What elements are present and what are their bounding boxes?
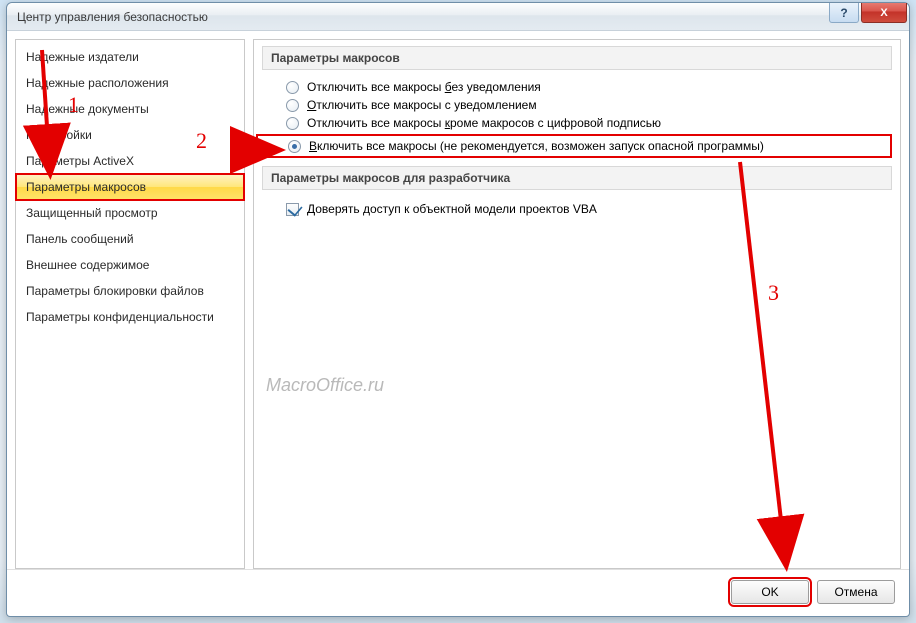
titlebar-buttons: ? X bbox=[827, 3, 907, 23]
radio-icon bbox=[286, 99, 299, 112]
dialog-footer: OK Отмена bbox=[7, 569, 909, 616]
watermark: MacroOffice.ru bbox=[266, 375, 384, 396]
sidebar-item-trusted-locations[interactable]: Надежные расположения bbox=[16, 70, 244, 96]
sidebar-item-protected-view[interactable]: Защищенный просмотр bbox=[16, 200, 244, 226]
sidebar-item-external-content[interactable]: Внешнее содержимое bbox=[16, 252, 244, 278]
radio-disable-with-notify[interactable]: Отключить все макросы с уведомлением bbox=[286, 96, 892, 114]
radio-icon bbox=[286, 81, 299, 94]
radio-icon bbox=[288, 140, 301, 153]
sidebar-item-activex[interactable]: Параметры ActiveX bbox=[16, 148, 244, 174]
cancel-button[interactable]: Отмена bbox=[817, 580, 895, 604]
radio-label: Отключить все макросы кроме макросов с ц… bbox=[307, 116, 661, 130]
sidebar-item-trusted-publishers[interactable]: Надежные издатели bbox=[16, 44, 244, 70]
sidebar-item-privacy[interactable]: Параметры конфиденциальности bbox=[16, 304, 244, 330]
sidebar-item-trusted-documents[interactable]: Надежные документы bbox=[16, 96, 244, 122]
sidebar-item-macro-settings[interactable]: Параметры макросов bbox=[16, 174, 244, 200]
sidebar: Надежные издатели Надежные расположения … bbox=[15, 39, 245, 569]
radio-icon bbox=[286, 117, 299, 130]
help-button[interactable]: ? bbox=[829, 3, 859, 23]
radio-label: Отключить все макросы с уведомлением bbox=[307, 98, 537, 112]
ok-button[interactable]: OK bbox=[731, 580, 809, 604]
radio-enable-all[interactable]: Включить все макросы (не рекомендуется, … bbox=[256, 134, 892, 158]
trust-center-window: Центр управления безопасностью ? X Надеж… bbox=[6, 2, 910, 617]
content-area: Надежные издатели Надежные расположения … bbox=[7, 31, 909, 569]
radio-disable-no-notify[interactable]: Отключить все макросы без уведомления bbox=[286, 78, 892, 96]
radio-disable-except-signed[interactable]: Отключить все макросы кроме макросов с ц… bbox=[286, 114, 892, 132]
macro-settings-radios: Отключить все макросы без уведомления От… bbox=[262, 78, 892, 166]
checkbox-icon bbox=[286, 203, 299, 216]
checkbox-label: Доверять доступ к объектной модели проек… bbox=[307, 202, 597, 216]
radio-label: Включить все макросы (не рекомендуется, … bbox=[309, 139, 764, 153]
trust-vba-checkbox[interactable]: Доверять доступ к объектной модели проек… bbox=[262, 198, 892, 216]
group-developer-header: Параметры макросов для разработчика bbox=[262, 166, 892, 190]
main-panel: Параметры макросов Отключить все макросы… bbox=[253, 39, 901, 569]
sidebar-item-addins[interactable]: Надстройки bbox=[16, 122, 244, 148]
group-macro-settings-header: Параметры макросов bbox=[262, 46, 892, 70]
window-title: Центр управления безопасностью bbox=[17, 10, 208, 24]
titlebar[interactable]: Центр управления безопасностью ? X bbox=[7, 3, 909, 31]
sidebar-item-message-bar[interactable]: Панель сообщений bbox=[16, 226, 244, 252]
sidebar-item-file-block[interactable]: Параметры блокировки файлов bbox=[16, 278, 244, 304]
close-button[interactable]: X bbox=[861, 3, 907, 23]
radio-label: Отключить все макросы без уведомления bbox=[307, 80, 541, 94]
